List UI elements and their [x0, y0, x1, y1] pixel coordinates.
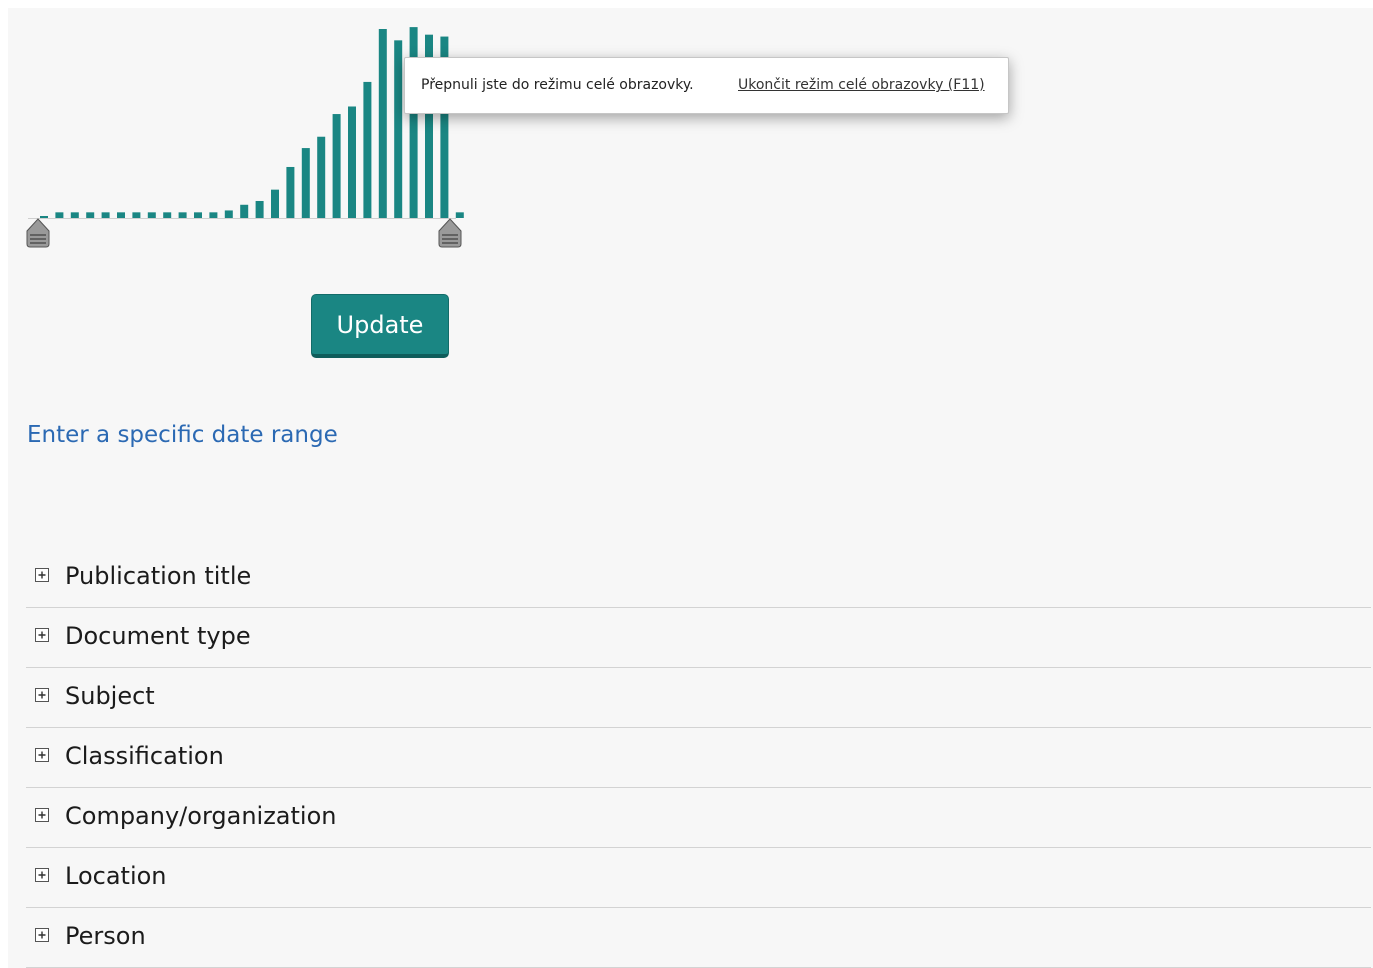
expand-plus-icon[interactable]: [35, 808, 49, 822]
facet-classification[interactable]: Classification: [26, 728, 1371, 788]
fullscreen-notice-message: Přepnuli jste do režimu celé obrazovky.: [421, 77, 694, 93]
exit-fullscreen-link[interactable]: Ukončit režim celé obrazovky (F11): [738, 77, 985, 93]
histogram-bar: [209, 212, 218, 218]
histogram-bar: [86, 212, 95, 218]
facet-label: Location: [65, 862, 167, 890]
histogram-bar: [117, 212, 125, 218]
histogram-bar: [178, 212, 187, 218]
expand-plus-icon[interactable]: [35, 748, 49, 762]
expand-plus-icon[interactable]: [35, 868, 49, 882]
histogram-bar: [101, 212, 110, 218]
histogram-bar: [455, 212, 464, 218]
fullscreen-notice: Přepnuli jste do režimu celé obrazovky. …: [404, 57, 1009, 114]
histogram-bar: [394, 40, 403, 219]
update-button[interactable]: Update: [311, 294, 449, 358]
expand-plus-icon[interactable]: [35, 688, 49, 702]
facet-person[interactable]: Person: [26, 908, 1371, 968]
histogram-bar: [163, 212, 172, 218]
facet-label: Document type: [65, 622, 251, 650]
range-start-handle[interactable]: [26, 218, 50, 248]
facet-publication-title[interactable]: Publication title: [26, 548, 1371, 608]
facet-location[interactable]: Location: [26, 848, 1371, 908]
facet-document-type[interactable]: Document type: [26, 608, 1371, 668]
facet-list: Publication title Document type Subject …: [26, 548, 1371, 968]
histogram-bar: [194, 212, 202, 218]
facet-label: Publication title: [65, 562, 252, 590]
histogram-bar: [363, 81, 372, 218]
histogram-bar: [224, 210, 233, 218]
histogram-bar: [70, 212, 79, 218]
facet-label: Subject: [65, 682, 155, 710]
histogram-bar: [348, 106, 356, 218]
histogram-bar: [332, 114, 341, 218]
top-strip: [0, 0, 1373, 8]
histogram-bar: [378, 29, 387, 218]
histogram-bar: [255, 200, 264, 218]
range-end-handle[interactable]: [438, 218, 462, 248]
histogram-bar: [40, 216, 48, 218]
filter-panel: Update Enter a specific date range Publi…: [8, 8, 1373, 968]
histogram-bar: [55, 212, 64, 218]
expand-plus-icon[interactable]: [35, 928, 49, 942]
histogram-bar: [132, 212, 141, 218]
facet-label: Person: [65, 922, 146, 950]
facet-subject[interactable]: Subject: [26, 668, 1371, 728]
histogram-bar: [271, 189, 279, 218]
histogram-bar: [317, 136, 326, 218]
date-histogram-chart: [26, 27, 464, 248]
histogram-bar: [301, 148, 310, 218]
histogram-bar: [147, 212, 156, 218]
facet-label: Classification: [65, 742, 224, 770]
facet-company-organization[interactable]: Company/organization: [26, 788, 1371, 848]
expand-plus-icon[interactable]: [35, 628, 49, 642]
facet-label: Company/organization: [65, 802, 337, 830]
histogram-bar: [409, 27, 418, 218]
specific-date-range-link[interactable]: Enter a specific date range: [27, 422, 338, 448]
histogram-bar: [240, 204, 249, 218]
histogram-bar: [286, 166, 295, 218]
expand-plus-icon[interactable]: [35, 568, 49, 582]
date-histogram: [26, 27, 468, 258]
